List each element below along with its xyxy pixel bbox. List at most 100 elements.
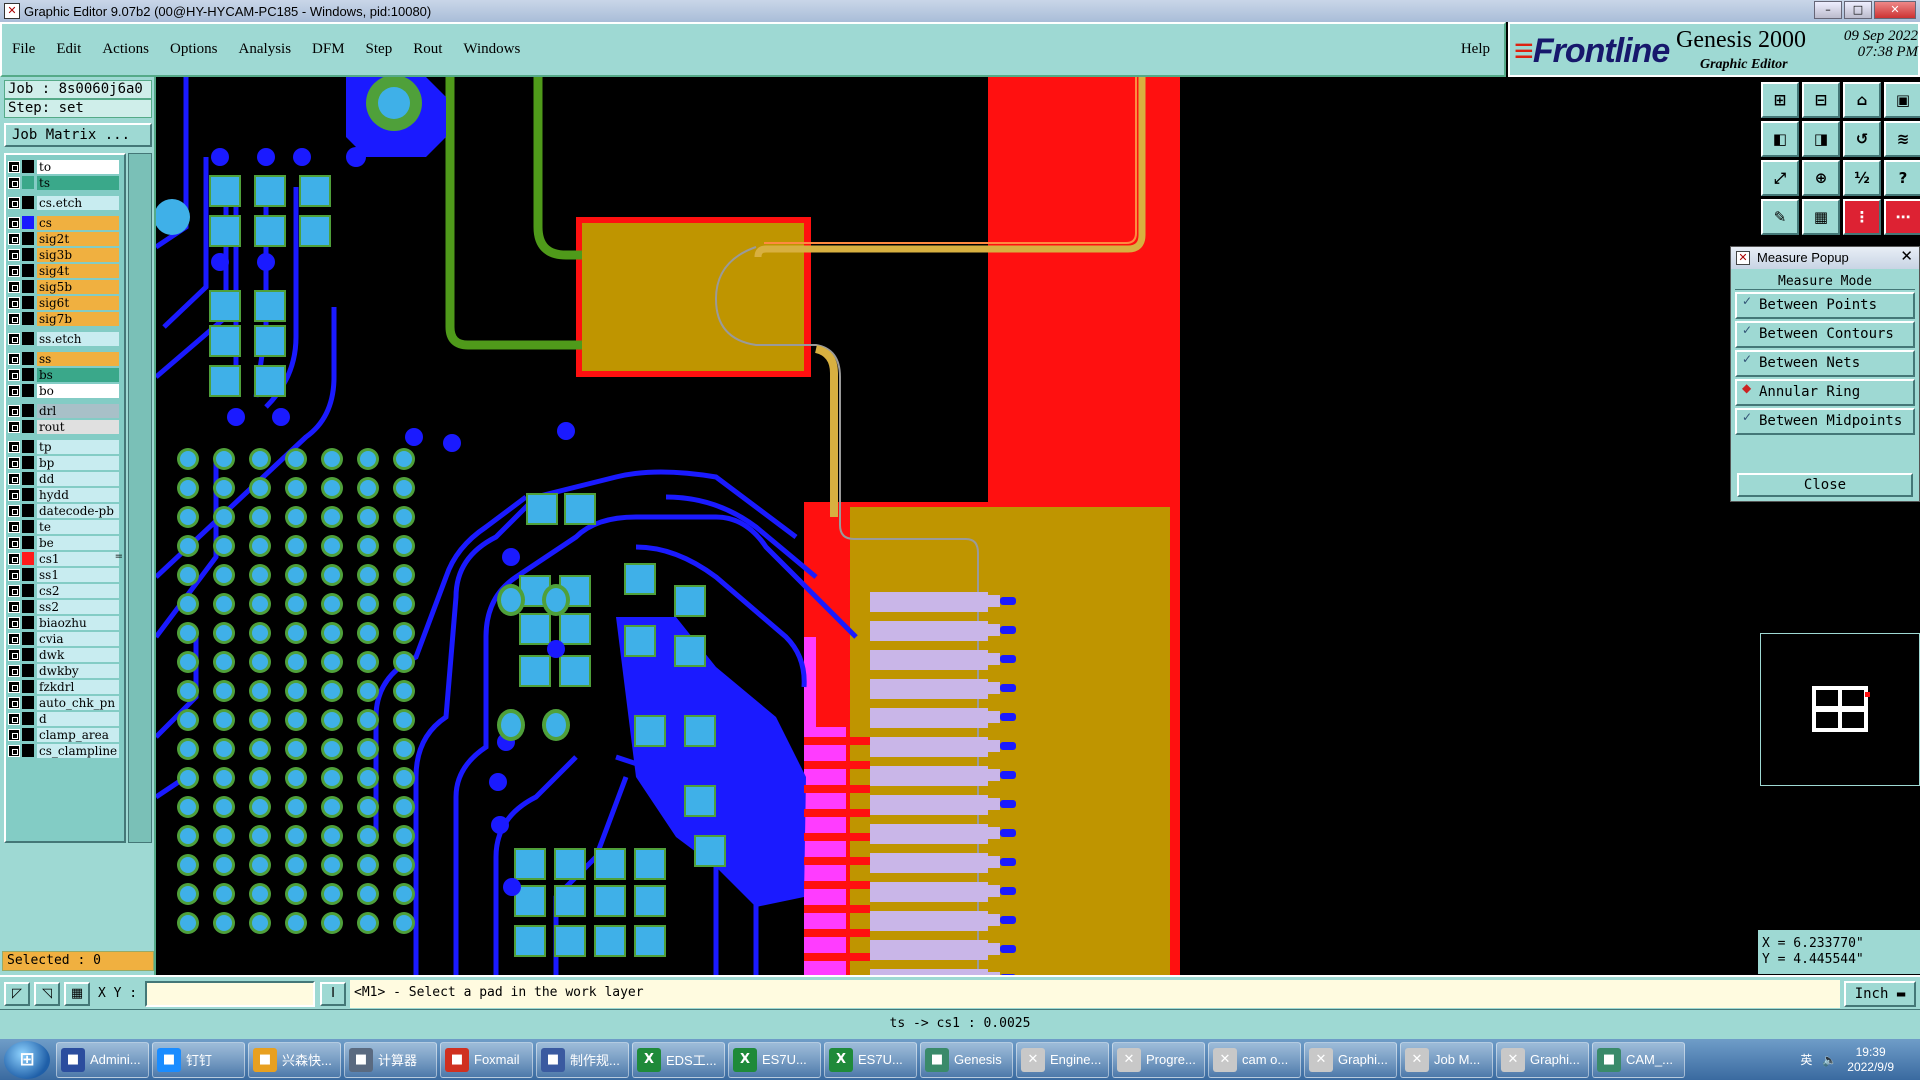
layer-row-bp[interactable]: bp: [8, 455, 119, 470]
layer-row-dwkby[interactable]: dwkby: [8, 663, 119, 678]
layer-checkbox[interactable]: [8, 160, 20, 173]
layer-row-dd[interactable]: dd: [8, 471, 119, 486]
layer-checkbox[interactable]: [8, 456, 20, 469]
taskbar-item[interactable]: ■ CAM_...: [1592, 1041, 1685, 1078]
layer-row-rout[interactable]: rout: [8, 419, 119, 434]
menu-actions[interactable]: Actions: [102, 41, 149, 58]
menu-options[interactable]: Options: [170, 41, 218, 58]
measure-close-button[interactable]: Close: [1737, 473, 1913, 497]
layer-row-ss2[interactable]: ss2: [8, 599, 119, 614]
redraw-icon[interactable]: ↺: [1843, 121, 1881, 157]
layer-checkbox[interactable]: [8, 632, 20, 645]
layer-row-datecode-pb[interactable]: datecode-pb: [8, 503, 119, 518]
layer-checkbox[interactable]: [8, 664, 20, 677]
layer-name[interactable]: tp: [37, 439, 119, 454]
taskbar-item[interactable]: ■ 计算器: [344, 1041, 437, 1078]
layer-row-drl[interactable]: drl: [8, 403, 119, 418]
layer-name[interactable]: clamp_area: [37, 727, 119, 742]
layer-name[interactable]: d: [37, 711, 119, 726]
xy-input[interactable]: [145, 981, 315, 1007]
grid-icon[interactable]: ▦: [1802, 199, 1840, 235]
layer-row-dwk[interactable]: dwk: [8, 647, 119, 662]
volume-icon[interactable]: 🔈: [1822, 1053, 1837, 1067]
measure-icon[interactable]: ⋮: [1843, 199, 1881, 235]
layer-name[interactable]: ss.etch: [37, 331, 119, 346]
layer-checkbox[interactable]: [8, 248, 20, 261]
layer-row-tp[interactable]: tp: [8, 439, 119, 454]
layer-row-ss-etch[interactable]: ss.etch: [8, 331, 119, 346]
layer-checkbox[interactable]: [8, 216, 20, 229]
layer-checkbox[interactable]: [8, 712, 20, 725]
layer-row-cs1[interactable]: cs1 =: [8, 551, 123, 566]
layer-checkbox[interactable]: [8, 420, 20, 433]
layer-row-te[interactable]: te: [8, 519, 119, 534]
layer-checkbox[interactable]: [8, 568, 20, 581]
pan-left-icon[interactable]: ◧: [1761, 121, 1799, 157]
layer-checkbox[interactable]: [8, 176, 20, 189]
tray-clock[interactable]: 19:39 2022/9/9: [1847, 1045, 1894, 1075]
close-window-button[interactable]: ✕: [1874, 1, 1916, 19]
layer-row-sig6t[interactable]: sig6t: [8, 295, 119, 310]
menu-dfm[interactable]: DFM: [312, 41, 345, 58]
layer-checkbox[interactable]: [8, 488, 20, 501]
layer-checkbox[interactable]: [8, 600, 20, 613]
taskbar-item[interactable]: ■ 制作规...: [536, 1041, 629, 1078]
taskbar-item[interactable]: X ES7U...: [824, 1041, 917, 1078]
layer-name[interactable]: dwk: [37, 647, 119, 662]
measure-option-between-contours[interactable]: ✓ Between Contours: [1735, 321, 1915, 348]
taskbar-item[interactable]: ■ Genesis: [920, 1041, 1013, 1078]
menu-analysis[interactable]: Analysis: [239, 41, 292, 58]
measure-option-between-midpoints[interactable]: ✓ Between Midpoints: [1735, 408, 1915, 435]
menu-help[interactable]: Help: [1461, 41, 1490, 58]
layer-name[interactable]: dwkby: [37, 663, 119, 678]
layer-checkbox[interactable]: [8, 504, 20, 517]
layer-row-sig3b[interactable]: sig3b: [8, 247, 119, 262]
layer-row-be[interactable]: be: [8, 535, 119, 550]
layer-row-cvia[interactable]: cvia: [8, 631, 119, 646]
layer-row-fzkdrl[interactable]: fzkdrl: [8, 679, 119, 694]
layer-checkbox[interactable]: [8, 648, 20, 661]
layer-row-d[interactable]: d: [8, 711, 119, 726]
job-matrix-button[interactable]: Job Matrix ...: [4, 123, 152, 147]
zoom-in-icon[interactable]: ⊞: [1761, 82, 1799, 118]
tools-icon[interactable]: ✎: [1761, 199, 1799, 235]
layer-name[interactable]: bp: [37, 455, 119, 470]
layer-name[interactable]: bs: [37, 367, 119, 382]
minimize-button[interactable]: –: [1814, 1, 1842, 19]
taskbar-item[interactable]: ✕ cam o...: [1208, 1041, 1301, 1078]
layer-row-bs[interactable]: bs: [8, 367, 119, 382]
layer-name[interactable]: cs1: [37, 551, 119, 566]
layer-row-hydd[interactable]: hydd: [8, 487, 119, 502]
layer-row-clamp-area[interactable]: clamp_area: [8, 727, 119, 742]
layer-name[interactable]: ss2: [37, 599, 119, 614]
layer-row-cs2[interactable]: cs2: [8, 583, 119, 598]
layer-name[interactable]: rout: [37, 419, 119, 434]
layer-checkbox[interactable]: [8, 232, 20, 245]
layer-row-bo[interactable]: bo: [8, 383, 119, 398]
layer-name[interactable]: cs2: [37, 583, 119, 598]
layer-name[interactable]: biaozhu: [37, 615, 119, 630]
layer-row-biaozhu[interactable]: biaozhu: [8, 615, 119, 630]
fit-icon[interactable]: ⤢: [1761, 160, 1799, 196]
layer-row-auto-chk-pn[interactable]: auto_chk_pn: [8, 695, 119, 710]
layer-checkbox[interactable]: [8, 332, 20, 345]
select-tool-icon[interactable]: ◸: [4, 982, 30, 1006]
layer-name[interactable]: to: [37, 159, 119, 174]
taskbar-item[interactable]: ✕ Graphi...: [1304, 1041, 1397, 1078]
layer-name[interactable]: cvia: [37, 631, 119, 646]
layer-checkbox[interactable]: [8, 280, 20, 293]
taskbar-item[interactable]: ✕ Job M...: [1400, 1041, 1493, 1078]
layer-name[interactable]: datecode-pb: [37, 503, 119, 518]
ime-indicator[interactable]: 英: [1800, 1051, 1812, 1068]
layer-checkbox[interactable]: [8, 680, 20, 693]
taskbar-item[interactable]: ■ 钉钉: [152, 1041, 245, 1078]
taskbar-item[interactable]: ✕ Progre...: [1112, 1041, 1205, 1078]
menu-edit[interactable]: Edit: [56, 41, 81, 58]
pan-right-icon[interactable]: ◨: [1802, 121, 1840, 157]
overview-map[interactable]: [1760, 633, 1920, 786]
measure-option-annular-ring[interactable]: ◆ Annular Ring: [1735, 379, 1915, 406]
taskbar-item[interactable]: X ES7U...: [728, 1041, 821, 1078]
layer-row-cs-etch[interactable]: cs.etch: [8, 195, 119, 210]
units-button[interactable]: Inch ▬: [1844, 981, 1916, 1007]
layer-row-sig4t[interactable]: sig4t: [8, 263, 119, 278]
